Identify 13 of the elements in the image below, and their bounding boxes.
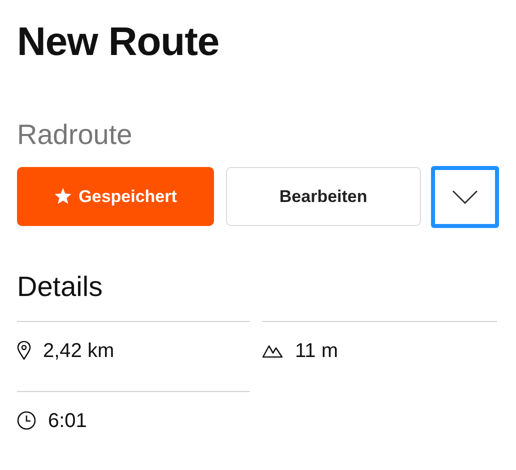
dropdown-button[interactable]: [431, 166, 499, 228]
clock-icon: [17, 411, 36, 430]
route-type: Radroute: [17, 118, 134, 152]
section-heading: Details: [17, 270, 104, 304]
location-pin-icon: [17, 341, 31, 360]
stat-value: 6:01: [48, 408, 87, 434]
edit-button[interactable]: Bearbeiten: [226, 167, 422, 226]
stat-value: 11 m: [295, 338, 338, 364]
mountain-icon: [262, 343, 283, 358]
star-icon: [54, 188, 72, 206]
stat-value: 2,42 km: [43, 338, 114, 364]
page-title: New Route: [17, 19, 220, 66]
chevron-down-icon: [452, 190, 478, 204]
